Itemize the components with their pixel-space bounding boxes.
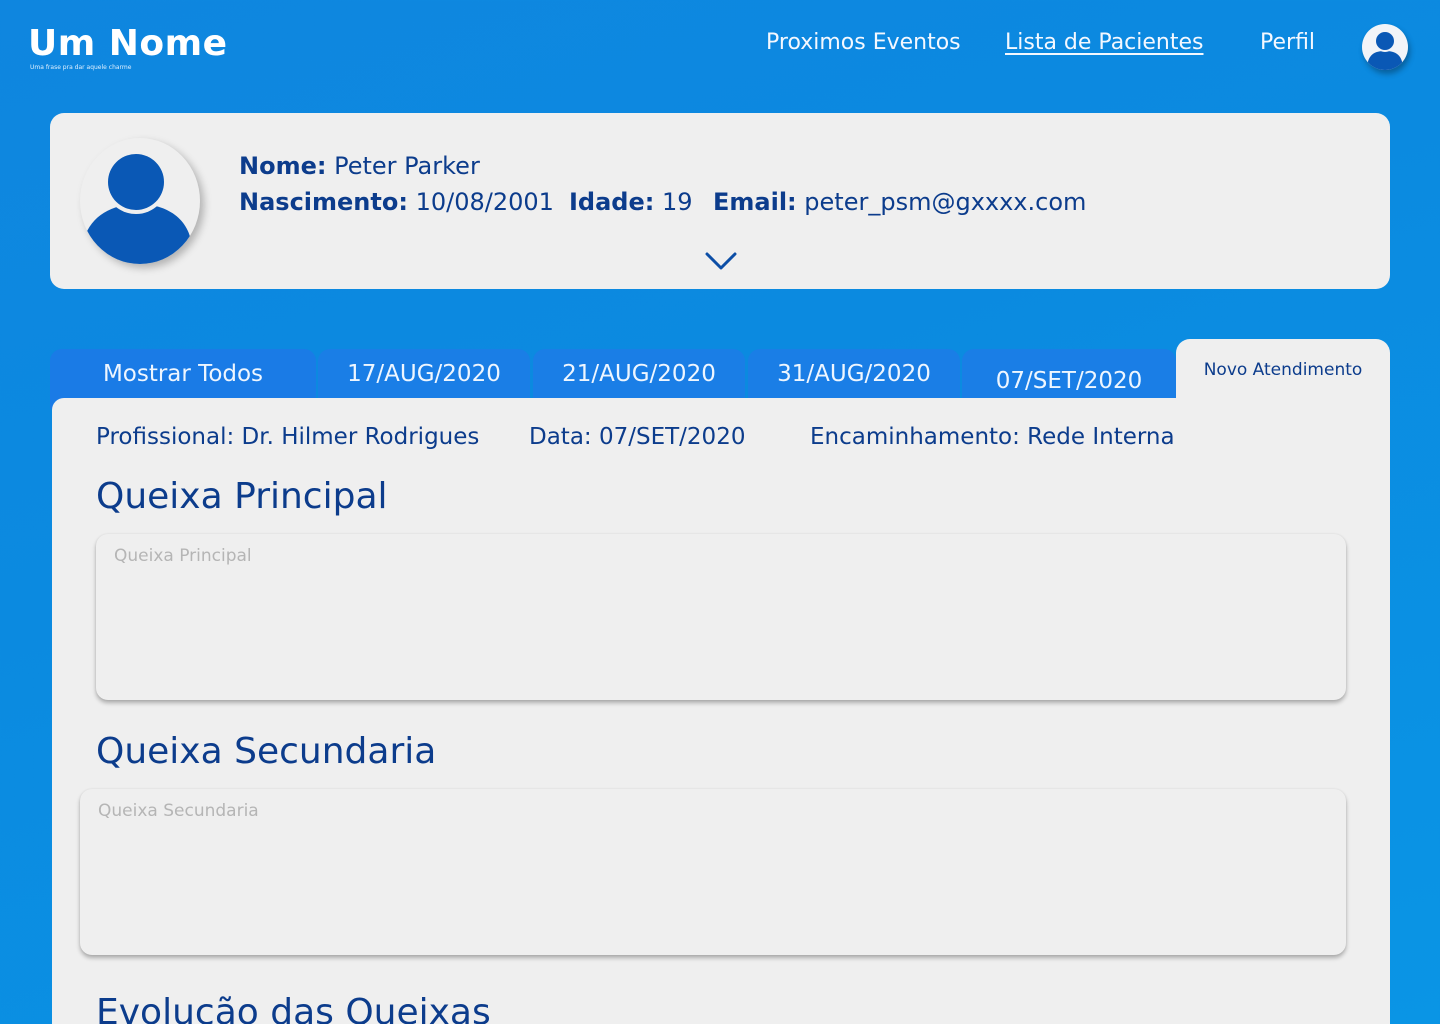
- patient-avatar: [80, 138, 200, 264]
- profile-avatar-button[interactable]: [1362, 24, 1408, 70]
- queixa-principal-title: Queixa Principal: [96, 476, 388, 517]
- nav-item-label: Perfil: [1260, 30, 1316, 55]
- queixa-secundaria-field[interactable]: [80, 789, 1346, 955]
- queixa-secundaria-title: Queixa Secundaria: [96, 731, 437, 772]
- user-avatar-icon: [1367, 30, 1403, 70]
- brand-title: Um Nome: [28, 23, 228, 64]
- patient-nascimento: Nascimento: 10/08/2001: [239, 188, 554, 216]
- user-silhouette-icon: [82, 150, 192, 264]
- patient-nome: Nome: Peter Parker: [239, 152, 480, 180]
- nav-proximos-eventos[interactable]: Proximos Eventos: [766, 30, 961, 60]
- nome-value: Peter Parker: [334, 152, 480, 180]
- nav-perfil[interactable]: Perfil: [1260, 30, 1315, 60]
- idade-value: 19: [662, 188, 693, 216]
- idade-label: Idade:: [569, 188, 655, 216]
- email-value: peter_psm@gxxxx.com: [804, 188, 1087, 216]
- nav-item-label: Proximos Eventos: [766, 30, 961, 55]
- patient-email: Email: peter_psm@gxxxx.com: [713, 188, 1086, 216]
- profissional-text: Profissional: Dr. Hilmer Rodrigues: [96, 424, 480, 450]
- nome-label: Nome:: [239, 152, 327, 180]
- evolucao-queixas-title: Evolução das Queixas: [96, 992, 491, 1024]
- expand-patient-button[interactable]: [704, 250, 738, 272]
- email-label: Email:: [713, 188, 797, 216]
- nascimento-label: Nascimento:: [239, 188, 408, 216]
- nav-item-label: Lista de Pacientes: [1005, 30, 1204, 55]
- brand-logo[interactable]: Um Nome Uma frase pra dar aquele charme: [28, 22, 228, 71]
- nav-lista-de-pacientes[interactable]: Lista de Pacientes: [1005, 30, 1204, 60]
- encaminhamento-text: Encaminhamento: Rede Interna: [810, 424, 1175, 450]
- patient-idade: Idade: 19: [569, 188, 693, 216]
- nascimento-value: 10/08/2001: [415, 188, 554, 216]
- queixa-principal-field[interactable]: [96, 534, 1346, 700]
- data-text: Data: 07/SET/2020: [529, 424, 746, 450]
- chevron-down-icon: [705, 252, 737, 270]
